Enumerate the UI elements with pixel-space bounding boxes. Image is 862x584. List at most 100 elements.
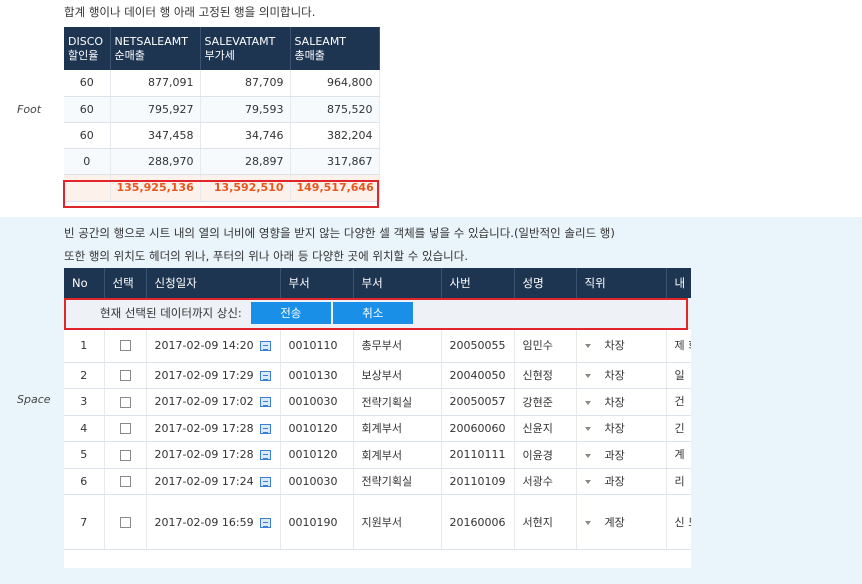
row-checkbox[interactable] bbox=[119, 423, 131, 435]
cell-dept[interactable]: 전략기획실 bbox=[353, 388, 442, 416]
table-row[interactable]: 60 877,091 87,709 964,800 bbox=[64, 70, 380, 97]
chevron-down-icon[interactable] bbox=[584, 453, 591, 458]
column-header-saleamt[interactable]: SALEAMT 총매출 bbox=[290, 27, 380, 70]
column-header-request-date[interactable]: 신청일자 bbox=[146, 268, 281, 298]
cell-content[interactable]: 일 bbox=[666, 362, 691, 389]
cell-name[interactable]: 서광수 bbox=[514, 468, 577, 495]
cell-request-date[interactable]: 2017-02-09 17:29 bbox=[146, 362, 281, 389]
cell-dept-code[interactable]: 0010030 bbox=[280, 468, 354, 495]
cell-dept[interactable]: 전략기획실 bbox=[353, 468, 442, 495]
row-checkbox[interactable] bbox=[119, 449, 131, 461]
row-checkbox[interactable] bbox=[119, 517, 131, 528]
table-row[interactable]: 0 288,970 28,897 317,867 bbox=[64, 148, 380, 175]
column-header-disco[interactable]: DISCO 할인율 bbox=[64, 27, 111, 70]
cell-position[interactable]: 차장 bbox=[576, 362, 667, 389]
row-checkbox[interactable] bbox=[119, 370, 131, 382]
cell-dept-code[interactable]: 0010110 bbox=[280, 328, 354, 363]
cell-position[interactable]: 과장 bbox=[576, 468, 667, 495]
column-header-select[interactable]: 선택 bbox=[104, 268, 147, 298]
cell-request-date[interactable]: 2017-02-09 17:02 bbox=[146, 388, 281, 416]
cell-emp-no[interactable]: 20050057 bbox=[441, 388, 515, 416]
cell-disco[interactable]: 60 bbox=[64, 122, 111, 149]
cell-dept[interactable]: 보상부서 bbox=[353, 362, 442, 389]
table-row[interactable]: 5 2017-02-09 17:28 0010120 회계부서 20110111… bbox=[64, 441, 691, 469]
cell-dept[interactable]: 회계부서 bbox=[353, 441, 442, 469]
column-header-netsaleamt[interactable]: NETSALEAMT 순매출 bbox=[110, 27, 201, 70]
cell-disco[interactable]: 60 bbox=[64, 96, 111, 123]
cell-request-date[interactable]: 2017-02-09 16:59 bbox=[146, 494, 281, 550]
calendar-icon[interactable] bbox=[259, 370, 271, 381]
cell-dept[interactable]: 지원부서 bbox=[353, 494, 442, 550]
column-header-no[interactable]: No bbox=[64, 268, 105, 298]
chevron-down-icon[interactable] bbox=[584, 400, 591, 405]
cell-name[interactable]: 신현정 bbox=[514, 362, 577, 389]
cell-content[interactable]: 리 bbox=[666, 468, 691, 495]
cell-emp-no[interactable]: 20110111 bbox=[441, 441, 515, 469]
cell-request-date[interactable]: 2017-02-09 17:24 bbox=[146, 468, 281, 495]
calendar-icon[interactable] bbox=[259, 476, 271, 487]
cell-netsaleamt[interactable]: 877,091 bbox=[110, 70, 201, 97]
cell-dept-code[interactable]: 0010120 bbox=[280, 415, 354, 442]
cell-name[interactable]: 강현준 bbox=[514, 388, 577, 416]
table-row[interactable]: 6 2017-02-09 17:24 0010030 전략기획실 2011010… bbox=[64, 468, 691, 495]
cell-position[interactable]: 차장 bbox=[576, 415, 667, 442]
row-checkbox[interactable] bbox=[119, 340, 131, 351]
cell-content[interactable]: 긴 bbox=[666, 415, 691, 442]
column-header-dept[interactable]: 부서 bbox=[353, 268, 442, 298]
chevron-down-icon[interactable] bbox=[584, 480, 591, 485]
chevron-down-icon[interactable] bbox=[584, 521, 591, 525]
table-row[interactable]: 60 795,927 79,593 875,520 bbox=[64, 96, 380, 123]
cell-salevatamt[interactable]: 87,709 bbox=[200, 70, 291, 97]
cell-content[interactable]: 제 회 bbox=[666, 328, 691, 363]
cell-emp-no[interactable]: 20110109 bbox=[441, 468, 515, 495]
cell-emp-no[interactable]: 20060060 bbox=[441, 415, 515, 442]
cell-saleamt[interactable]: 964,800 bbox=[290, 70, 380, 97]
table-row[interactable]: 7 2017-02-09 16:59 0010190 지원부서 20160006… bbox=[64, 494, 691, 550]
chevron-down-icon[interactable] bbox=[584, 344, 591, 348]
column-header-dept-code[interactable]: 부서 bbox=[280, 268, 354, 298]
cell-name[interactable]: 이윤경 bbox=[514, 441, 577, 469]
column-header-position[interactable]: 직위 bbox=[576, 268, 667, 298]
cell-salevatamt[interactable]: 79,593 bbox=[200, 96, 291, 123]
cell-netsaleamt[interactable]: 288,970 bbox=[110, 148, 201, 175]
cell-dept[interactable]: 회계부서 bbox=[353, 415, 442, 442]
cell-saleamt[interactable]: 317,867 bbox=[290, 148, 380, 175]
cell-saleamt[interactable]: 875,520 bbox=[290, 96, 380, 123]
cell-name[interactable]: 서현지 bbox=[514, 494, 577, 550]
cell-emp-no[interactable]: 20040050 bbox=[441, 362, 515, 389]
table-row[interactable]: 60 347,458 34,746 382,204 bbox=[64, 122, 380, 149]
cell-content[interactable]: 신 도 별 bbox=[666, 494, 691, 550]
table-row[interactable]: 1 2017-02-09 14:20 0010110 총무부서 20050055… bbox=[64, 328, 691, 363]
cell-disco[interactable]: 60 bbox=[64, 70, 111, 97]
cell-position[interactable]: 계장 bbox=[576, 494, 667, 550]
space-grid-viewport[interactable]: No 선택 신청일자 부서 부서 사번 성명 직위 내 현재 선택된 데이터까지… bbox=[64, 268, 691, 568]
chevron-down-icon[interactable] bbox=[584, 374, 591, 379]
cancel-button[interactable]: 취소 bbox=[332, 302, 413, 324]
cell-position[interactable]: 차장 bbox=[576, 388, 667, 416]
cell-request-date[interactable]: 2017-02-09 17:28 bbox=[146, 415, 281, 442]
cell-position[interactable]: 과장 bbox=[576, 441, 667, 469]
cell-request-date[interactable]: 2017-02-09 17:28 bbox=[146, 441, 281, 469]
table-row[interactable]: 3 2017-02-09 17:02 0010030 전략기획실 2005005… bbox=[64, 388, 691, 416]
cell-netsaleamt[interactable]: 347,458 bbox=[110, 122, 201, 149]
table-row[interactable]: 4 2017-02-09 17:28 0010120 회계부서 20060060… bbox=[64, 415, 691, 442]
row-checkbox[interactable] bbox=[119, 476, 131, 488]
cell-dept-code[interactable]: 0010130 bbox=[280, 362, 354, 389]
row-checkbox[interactable] bbox=[119, 396, 131, 408]
cell-dept[interactable]: 총무부서 bbox=[353, 328, 442, 363]
calendar-icon[interactable] bbox=[259, 397, 271, 408]
cell-saleamt[interactable]: 382,204 bbox=[290, 122, 380, 149]
cell-emp-no[interactable]: 20160006 bbox=[441, 494, 515, 550]
send-button[interactable]: 전송 bbox=[250, 302, 331, 324]
cell-salevatamt[interactable]: 28,897 bbox=[200, 148, 291, 175]
cell-disco[interactable]: 0 bbox=[64, 148, 111, 175]
column-header-name[interactable]: 성명 bbox=[514, 268, 577, 298]
cell-request-date[interactable]: 2017-02-09 14:20 bbox=[146, 328, 281, 363]
column-header-salevatamt[interactable]: SALEVATAMT 부가세 bbox=[200, 27, 291, 70]
cell-name[interactable]: 신윤지 bbox=[514, 415, 577, 442]
cell-dept-code[interactable]: 0010190 bbox=[280, 494, 354, 550]
column-header-content[interactable]: 내 bbox=[666, 268, 691, 298]
calendar-icon[interactable] bbox=[259, 340, 271, 351]
calendar-icon[interactable] bbox=[259, 450, 271, 461]
cell-name[interactable]: 임민수 bbox=[514, 328, 577, 363]
